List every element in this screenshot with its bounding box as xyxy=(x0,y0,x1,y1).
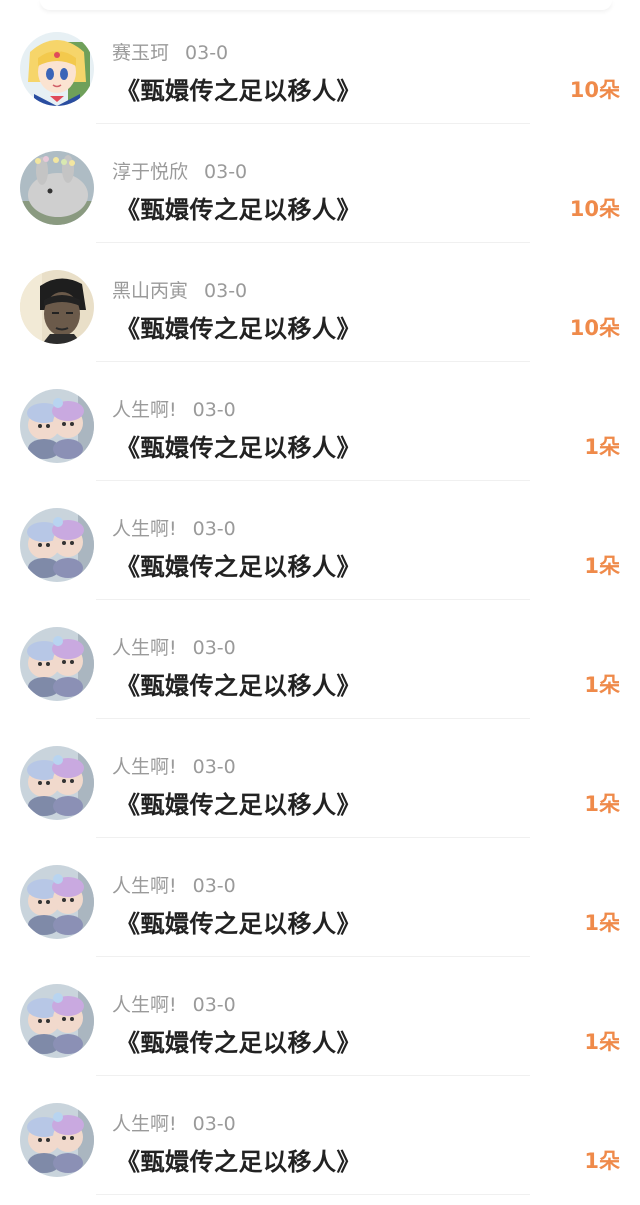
man-portrait-avatar-icon xyxy=(20,270,94,344)
book-title[interactable]: 《甄嬛传之足以移人》 xyxy=(116,1142,361,1177)
item-meta: 人生啊! 03-0 xyxy=(112,395,236,422)
list-item[interactable]: 淳于悦欣 03-0 《甄嬛传之足以移人》 10朵 xyxy=(0,124,640,243)
list-item[interactable]: 人生啊! 03-0 《甄嬛传之足以移人》 1朵 xyxy=(0,719,640,838)
gift-count: 1朵 xyxy=(584,1030,620,1054)
username[interactable]: 赛玉珂 xyxy=(112,42,169,64)
username[interactable]: 人生啊! xyxy=(112,1113,177,1135)
date: 03-0 xyxy=(192,399,236,421)
dolls-avatar-icon xyxy=(20,508,94,582)
dolls-avatar-icon xyxy=(20,984,94,1058)
divider xyxy=(96,1194,530,1195)
avatar[interactable] xyxy=(20,746,94,820)
book-title[interactable]: 《甄嬛传之足以移人》 xyxy=(116,547,361,582)
list-item[interactable]: 人生啊! 03-0 《甄嬛传之足以移人》 1朵 xyxy=(0,362,640,481)
list-item[interactable]: 赛玉珂 03-0 《甄嬛传之足以移人》 10朵 xyxy=(0,5,640,124)
username[interactable]: 淳于悦欣 xyxy=(112,161,188,183)
list-item[interactable]: 人生啊! 03-0 《甄嬛传之足以移人》 1朵 xyxy=(0,481,640,600)
avatar[interactable] xyxy=(20,389,94,463)
item-meta: 淳于悦欣 03-0 xyxy=(112,157,247,184)
username[interactable]: 人生啊! xyxy=(112,637,177,659)
book-title[interactable]: 《甄嬛传之足以移人》 xyxy=(116,71,361,106)
username[interactable]: 黑山丙寅 xyxy=(112,280,188,302)
item-meta: 人生啊! 03-0 xyxy=(112,1109,236,1136)
item-meta: 人生啊! 03-0 xyxy=(112,871,236,898)
date: 03-0 xyxy=(192,875,236,897)
dolls-avatar-icon xyxy=(20,1103,94,1177)
item-meta: 人生啊! 03-0 xyxy=(112,990,236,1017)
dolls-avatar-icon xyxy=(20,627,94,701)
dolls-avatar-icon xyxy=(20,865,94,939)
book-title[interactable]: 《甄嬛传之足以移人》 xyxy=(116,309,361,344)
username[interactable]: 人生啊! xyxy=(112,756,177,778)
list-item[interactable]: 人生啊! 03-0 《甄嬛传之足以移人》 1朵 xyxy=(0,838,640,957)
sailor-moon-avatar-icon xyxy=(20,32,94,106)
item-meta: 人生啊! 03-0 xyxy=(112,514,236,541)
book-title[interactable]: 《甄嬛传之足以移人》 xyxy=(116,428,361,463)
gift-count: 10朵 xyxy=(569,316,620,340)
book-title[interactable]: 《甄嬛传之足以移人》 xyxy=(116,666,361,701)
date: 03-0 xyxy=(192,994,236,1016)
book-title[interactable]: 《甄嬛传之足以移人》 xyxy=(116,1023,361,1058)
list-item[interactable]: 人生啊! 03-0 《甄嬛传之足以移人》 1朵 xyxy=(0,957,640,1076)
book-title[interactable]: 《甄嬛传之足以移人》 xyxy=(116,785,361,820)
avatar[interactable] xyxy=(20,151,94,225)
list-item[interactable]: 人生啊! 03-0 《甄嬛传之足以移人》 1朵 xyxy=(0,600,640,719)
date: 03-0 xyxy=(192,756,236,778)
avatar[interactable] xyxy=(20,865,94,939)
username[interactable]: 人生啊! xyxy=(112,518,177,540)
gift-count: 1朵 xyxy=(584,792,620,816)
gift-count: 1朵 xyxy=(584,554,620,578)
book-title[interactable]: 《甄嬛传之足以移人》 xyxy=(116,190,361,225)
gift-count: 10朵 xyxy=(569,197,620,221)
gift-count: 1朵 xyxy=(584,1149,620,1173)
item-meta: 赛玉珂 03-0 xyxy=(112,38,228,65)
avatar[interactable] xyxy=(20,270,94,344)
date: 03-0 xyxy=(192,518,236,540)
date: 03-0 xyxy=(204,280,248,302)
gift-count: 1朵 xyxy=(584,435,620,459)
item-meta: 人生啊! 03-0 xyxy=(112,752,236,779)
username[interactable]: 人生啊! xyxy=(112,399,177,421)
list-item[interactable]: 人生啊! 03-0 《甄嬛传之足以移人》 1朵 xyxy=(0,1076,640,1195)
dolls-avatar-icon xyxy=(20,746,94,820)
avatar[interactable] xyxy=(20,984,94,1058)
avatar[interactable] xyxy=(20,1103,94,1177)
item-meta: 人生啊! 03-0 xyxy=(112,633,236,660)
date: 03-0 xyxy=(185,42,229,64)
gift-count: 1朵 xyxy=(584,911,620,935)
date: 03-0 xyxy=(192,637,236,659)
avatar[interactable] xyxy=(20,627,94,701)
username[interactable]: 人生啊! xyxy=(112,875,177,897)
item-meta: 黑山丙寅 03-0 xyxy=(112,276,247,303)
list-item[interactable]: 黑山丙寅 03-0 《甄嬛传之足以移人》 10朵 xyxy=(0,243,640,362)
dolls-avatar-icon xyxy=(20,389,94,463)
gift-count: 1朵 xyxy=(584,673,620,697)
avatar[interactable] xyxy=(20,32,94,106)
username[interactable]: 人生啊! xyxy=(112,994,177,1016)
date: 03-0 xyxy=(192,1113,236,1135)
book-title[interactable]: 《甄嬛传之足以移人》 xyxy=(116,904,361,939)
gift-list-page: 赛玉珂 03-0 《甄嬛传之足以移人》 10朵 淳于悦欣 03-0 《甄嬛传之足… xyxy=(0,0,640,1205)
date: 03-0 xyxy=(204,161,248,183)
gift-count: 10朵 xyxy=(569,78,620,102)
rabbit-avatar-icon xyxy=(20,151,94,225)
avatar[interactable] xyxy=(20,508,94,582)
